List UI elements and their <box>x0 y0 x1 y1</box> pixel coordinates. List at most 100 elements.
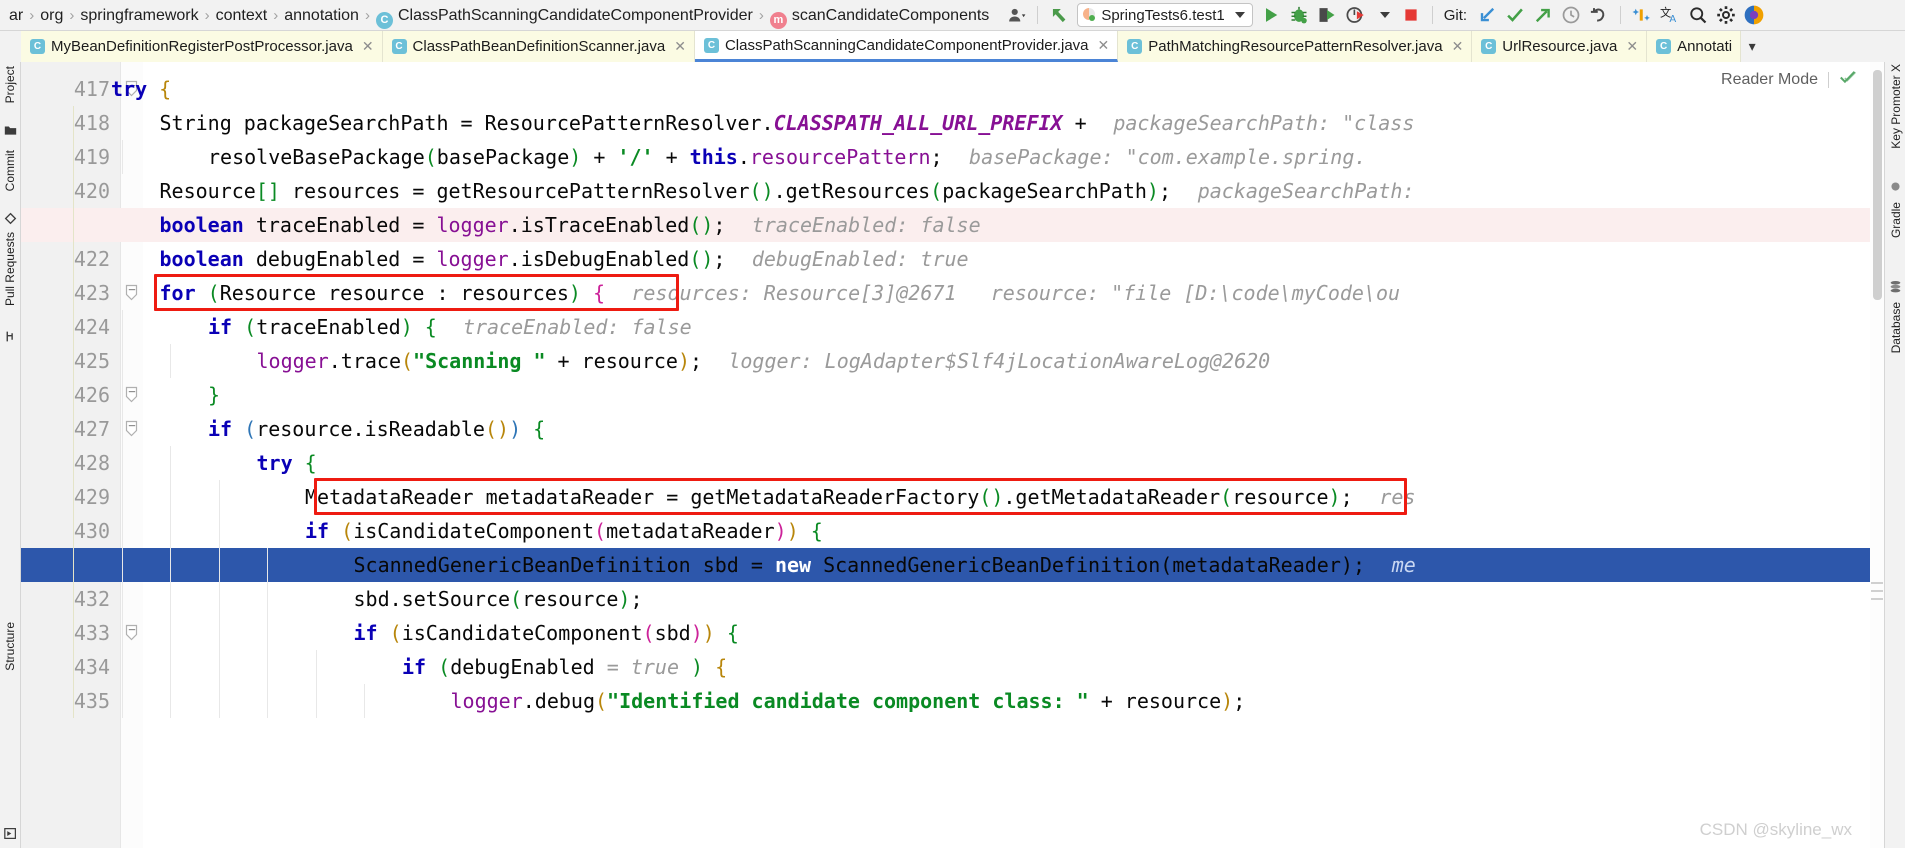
close-icon[interactable]: ✕ <box>1098 37 1110 54</box>
code-line-434[interactable]: if (debugEnabled = true ) { <box>402 650 727 684</box>
code-line-423[interactable]: for (Resource resource : resources) { <box>160 276 606 310</box>
code-line-428[interactable]: try { <box>257 446 317 480</box>
svg-text:A: A <box>1669 14 1676 25</box>
code-line-418[interactable]: String packageSearchPath = ResourcePatte… <box>160 106 1087 140</box>
code-line-427[interactable]: if (resource.isReadable()) { <box>208 412 545 446</box>
code-line-432[interactable]: sbd.setSource(resource); <box>354 582 643 616</box>
chevron-down-icon[interactable]: ▾ <box>1741 31 1763 62</box>
inspections-ok-icon[interactable] <box>1839 68 1858 92</box>
sparkle-icon[interactable] <box>1628 2 1656 28</box>
breadcrumb-item-3[interactable]: context <box>211 0 273 31</box>
editor-tab-4[interactable]: C UrlResource.java ✕ <box>1472 31 1647 62</box>
code-line-425[interactable]: logger.trace("Scanning " + resource); <box>257 344 703 378</box>
reader-mode-bar: Reader Mode <box>1721 68 1858 92</box>
breadcrumb-item-1[interactable]: org <box>35 0 68 31</box>
git-commit-button[interactable] <box>1501 2 1529 28</box>
user-avatar-icon[interactable] <box>1002 2 1030 28</box>
git-rollback-button[interactable] <box>1585 2 1613 28</box>
indent-guide <box>73 378 74 412</box>
breadcrumb-separator: › <box>758 7 765 24</box>
git-history-button[interactable] <box>1557 2 1585 28</box>
code-line-422[interactable]: boolean debugEnabled = logger.isDebugEna… <box>160 242 726 276</box>
close-icon[interactable]: ✕ <box>1452 38 1464 55</box>
tool-window-database[interactable]: Database <box>1889 302 1903 353</box>
breadcrumb-item-0[interactable]: ar <box>4 0 28 31</box>
code-line-417[interactable]: try { <box>111 72 171 106</box>
breadcrumb-item-2[interactable]: springframework <box>75 0 203 31</box>
editor-tab-3[interactable]: C PathMatchingResourcePatternResolver.ja… <box>1118 31 1472 62</box>
fold-collapse-icon[interactable] <box>125 420 138 437</box>
code-line-430[interactable]: if (isCandidateComponent(metadataReader)… <box>305 514 823 548</box>
debug-button[interactable] <box>1285 2 1313 28</box>
code-line-429[interactable]: MetadataReader metadataReader = getMetad… <box>305 480 1353 514</box>
color-wheel-icon[interactable] <box>1740 2 1768 28</box>
breadcrumb-item-5[interactable]: CClassPathScanningCandidateComponentProv… <box>371 0 758 31</box>
right-tool-strip: Key Promoter X Gradle Database <box>1884 62 1905 848</box>
toolbar-divider <box>1620 6 1621 24</box>
git-push-button[interactable] <box>1529 2 1557 28</box>
run-configuration-icon <box>1083 8 1097 22</box>
arrow-up-left-icon[interactable] <box>1045 2 1073 28</box>
fold-collapse-icon[interactable] <box>125 624 138 641</box>
editor-tab-label: ClassPathBeanDefinitionScanner.java <box>413 38 666 55</box>
left-tool-strip: Project Commit Pull Requests Structure <box>0 62 21 848</box>
indent-guide <box>73 140 74 174</box>
run-with-coverage-button[interactable] <box>1313 2 1341 28</box>
code-line-431[interactable]: ScannedGenericBeanDefinition sbd = new S… <box>354 548 1365 582</box>
run-configuration-selector[interactable]: SpringTests6.test1 <box>1077 3 1252 27</box>
code-line-424[interactable]: if (traceEnabled) { <box>208 310 437 344</box>
close-icon[interactable]: ✕ <box>674 38 686 55</box>
code-line-421[interactable]: boolean traceEnabled = logger.isTraceEna… <box>160 208 726 242</box>
editor-tab-0[interactable]: C MyBeanDefinitionRegisterPostProcessor.… <box>21 31 383 62</box>
run-configuration-label: SpringTests6.test1 <box>1097 7 1230 24</box>
search-icon[interactable] <box>1684 2 1712 28</box>
close-icon[interactable]: ✕ <box>362 38 374 55</box>
fold-collapse-icon[interactable] <box>125 386 138 403</box>
editor-gutter[interactable]: 4174184194204214224234244254264274284294… <box>21 62 121 848</box>
stop-button[interactable] <box>1397 2 1425 28</box>
inlay-hint-420: packageSearchPath: <box>1198 174 1415 208</box>
gear-icon[interactable] <box>1712 2 1740 28</box>
code-line-435[interactable]: logger.debug("Identified candidate compo… <box>451 684 1246 718</box>
close-icon[interactable]: ✕ <box>1626 38 1638 55</box>
tool-window-commit[interactable]: Commit <box>3 150 17 191</box>
code-line-419[interactable]: resolveBasePackage(basePackage) + '/' + … <box>208 140 943 174</box>
run-button[interactable] <box>1257 2 1285 28</box>
tool-window-pull-requests[interactable]: Pull Requests <box>3 232 17 306</box>
promoter-icon[interactable] <box>1889 180 1902 193</box>
indent-guide <box>170 344 171 378</box>
reader-mode-label[interactable]: Reader Mode <box>1721 71 1818 89</box>
breadcrumb-item-6[interactable]: mscanCandidateComponents <box>765 0 994 31</box>
tool-window-project[interactable]: Project <box>3 66 17 103</box>
java-class-icon: C <box>1481 39 1496 54</box>
profiler-button[interactable] <box>1341 2 1369 28</box>
branch-icon[interactable] <box>4 330 17 343</box>
indent-guide <box>73 650 74 684</box>
folder-icon[interactable] <box>4 124 17 137</box>
editor-scrollbar[interactable] <box>1870 62 1884 848</box>
tool-window-key-promoter-x[interactable]: Key Promoter X <box>1889 64 1903 149</box>
run-tool-window-icon[interactable] <box>4 827 17 840</box>
editor-tab-5[interactable]: C Annotati <box>1647 31 1741 62</box>
tool-window-gradle[interactable]: Gradle <box>1889 202 1903 238</box>
editor-fold-column[interactable] <box>121 62 143 848</box>
code-line-426[interactable]: } <box>208 378 220 412</box>
breadcrumb-item-4[interactable]: annotation <box>279 0 364 31</box>
profiler-dropdown-arrow[interactable] <box>1369 2 1397 28</box>
indent-guide <box>170 616 171 650</box>
scrollbar-thumb[interactable] <box>1873 70 1882 300</box>
code-line-433[interactable]: if (isCandidateComponent(sbd)) { <box>354 616 739 650</box>
editor-tab-2-active[interactable]: C ClassPathScanningCandidateComponentPro… <box>695 31 1118 62</box>
translate-icon[interactable]: 文A <box>1656 2 1684 28</box>
diamond-icon[interactable] <box>4 212 17 225</box>
git-update-project-button[interactable] <box>1473 2 1501 28</box>
code-line-420[interactable]: Resource[] resources = getResourcePatter… <box>160 174 1172 208</box>
indent-guide <box>170 480 171 514</box>
fold-collapse-icon[interactable] <box>125 284 138 301</box>
tool-window-structure[interactable]: Structure <box>3 622 17 671</box>
editor-tab-1[interactable]: C ClassPathBeanDefinitionScanner.java ✕ <box>383 31 695 62</box>
indent-guide <box>73 208 74 242</box>
indent-guide <box>170 548 171 582</box>
database-stack-icon[interactable] <box>1889 280 1902 293</box>
code-editor[interactable]: 4174184194204214224234244254264274284294… <box>21 62 1884 848</box>
